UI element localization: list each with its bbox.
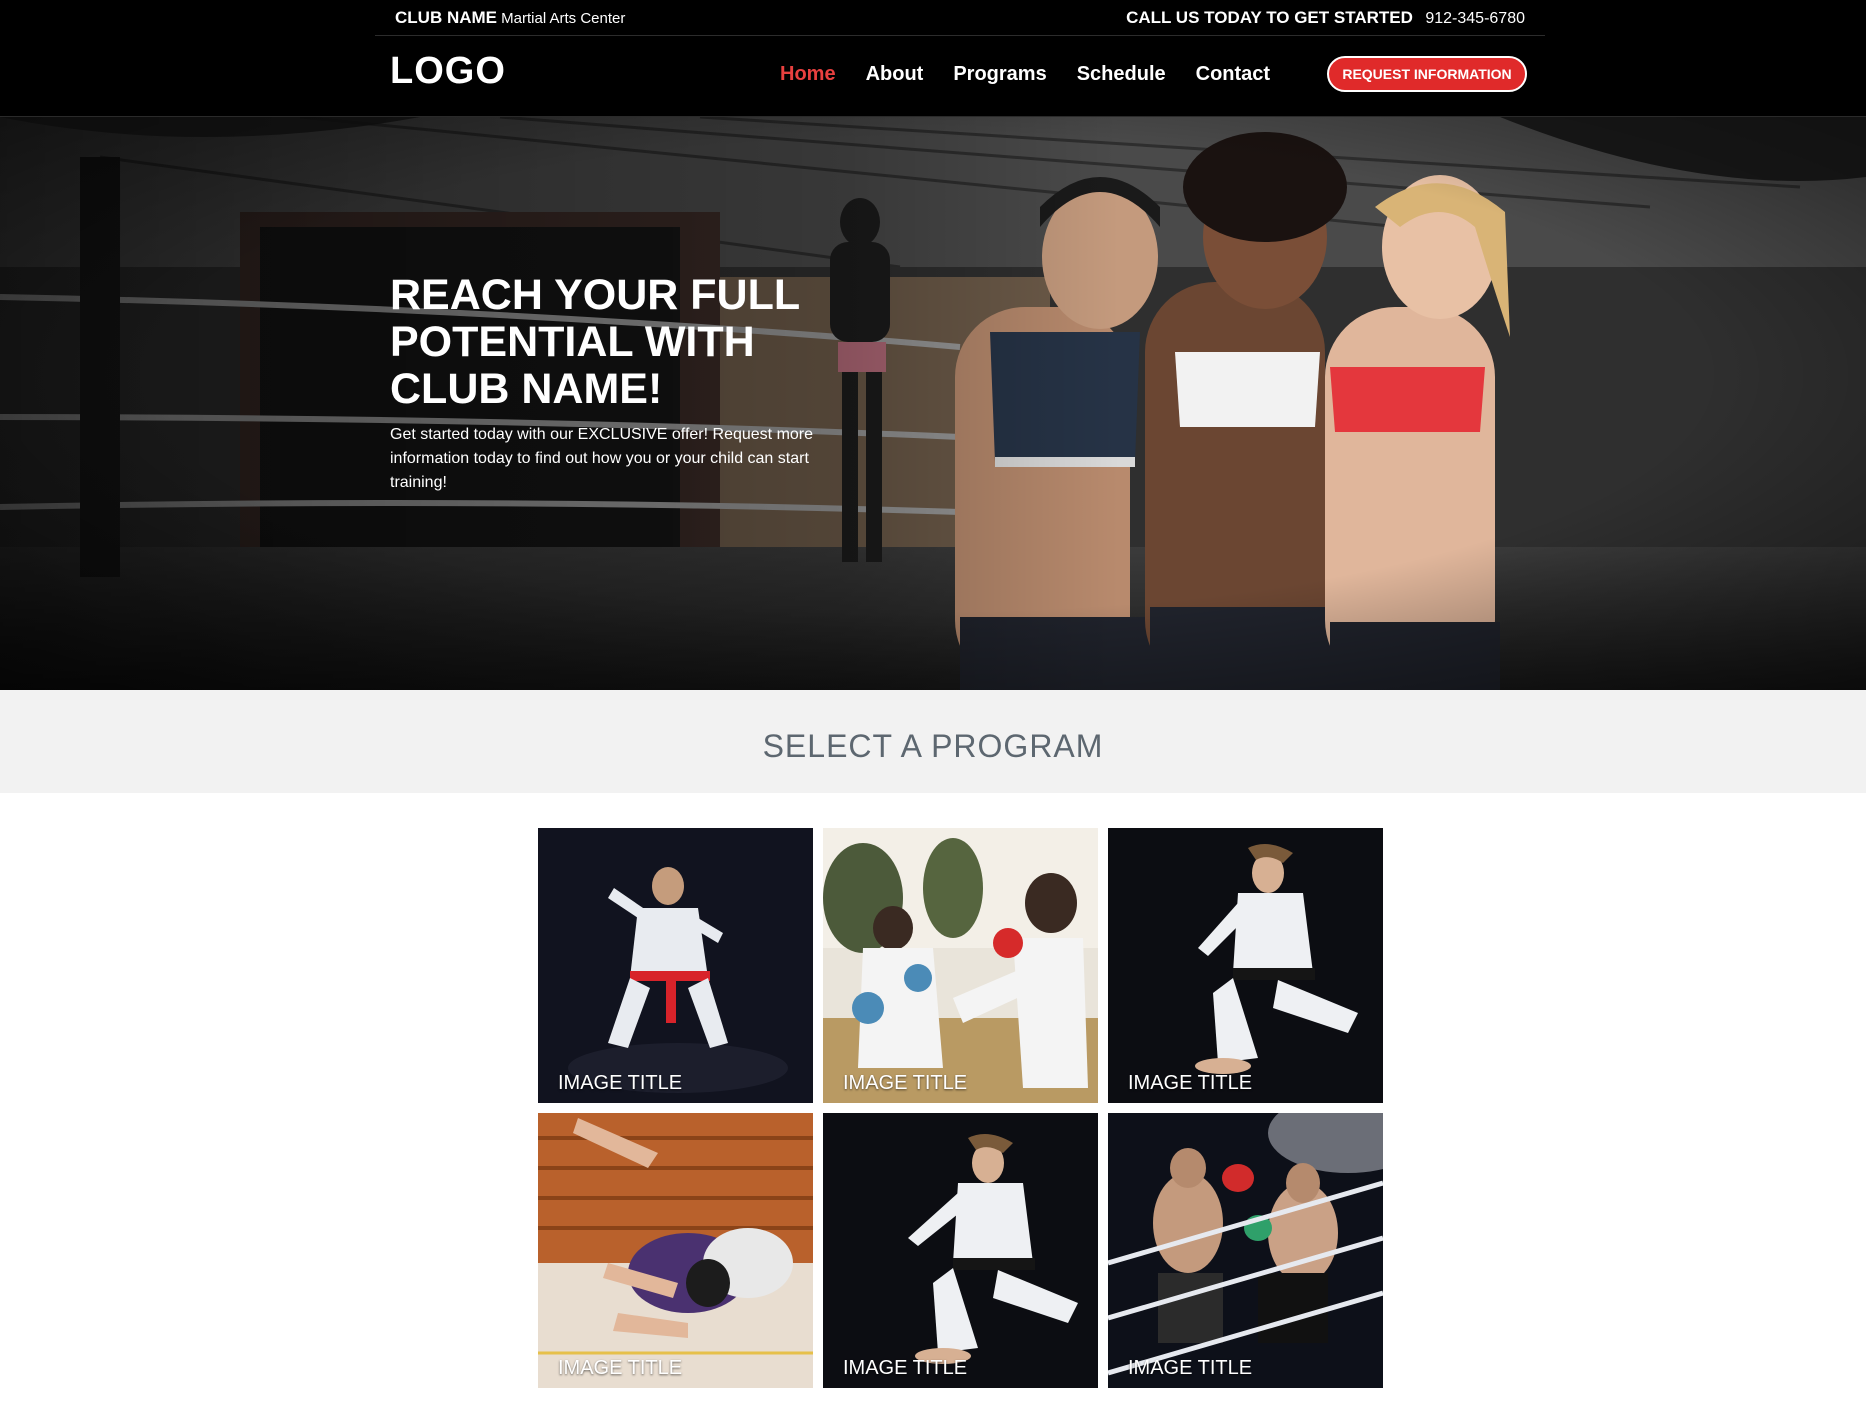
program-tile[interactable]: IMAGE TITLE [823, 828, 1098, 1103]
program-tile[interactable]: IMAGE TITLE [823, 1113, 1098, 1388]
program-image [538, 828, 813, 1103]
hero-title: REACH YOUR FULL POTENTIAL WITH CLUB NAME… [390, 271, 800, 413]
program-image [823, 1113, 1098, 1388]
tile-title: IMAGE TITLE [558, 1072, 683, 1094]
program-tile[interactable]: IMAGE TITLE [1108, 828, 1383, 1103]
club-name: CLUB NAME [395, 8, 497, 27]
site-header: CLUB NAME Martial Arts Center CALL US TO… [0, 0, 1866, 117]
request-information-button[interactable]: REQUEST INFORMATION [1327, 56, 1527, 92]
program-heading: SELECT A PROGRAM [762, 728, 1104, 764]
program-tile[interactable]: IMAGE TITLE [1108, 1113, 1383, 1388]
program-band: SELECT A PROGRAM [0, 690, 1866, 793]
program-image [823, 828, 1098, 1103]
hero-background-image [0, 117, 1866, 690]
program-image [1108, 828, 1383, 1103]
club-line: CLUB NAME Martial Arts Center [395, 8, 625, 28]
tile-title: IMAGE TITLE [558, 1357, 683, 1379]
tile-title: IMAGE TITLE [1128, 1357, 1253, 1379]
nav-about[interactable]: About [866, 63, 924, 86]
nav-home[interactable]: Home [780, 63, 836, 86]
call-line: CALL US TODAY TO GET STARTED 912-345-678… [1126, 8, 1525, 28]
program-tile[interactable]: IMAGE TITLE [538, 828, 813, 1103]
tile-title: IMAGE TITLE [843, 1072, 968, 1094]
program-grid: IMAGE TITLE IMAGE TITLE IMAGE TITLE IMAG… [538, 828, 1384, 1388]
tile-title: IMAGE TITLE [843, 1357, 968, 1379]
main-nav: Home About Programs Schedule Contact [780, 63, 1270, 86]
program-tile[interactable]: IMAGE TITLE [538, 1113, 813, 1388]
hero-text: Get started today with our EXCLUSIVE off… [390, 426, 814, 491]
program-image [1108, 1113, 1383, 1388]
phone-number[interactable]: 912-345-6780 [1425, 10, 1525, 27]
club-subtitle: Martial Arts Center [501, 10, 626, 27]
nav-schedule[interactable]: Schedule [1077, 63, 1166, 86]
nav-programs[interactable]: Programs [953, 63, 1046, 86]
nav-contact[interactable]: Contact [1196, 63, 1270, 86]
program-image [538, 1113, 813, 1388]
hero-banner: REACH YOUR FULL POTENTIAL WITH CLUB NAME… [0, 117, 1866, 690]
call-to-action-text: CALL US TODAY TO GET STARTED [1126, 8, 1413, 27]
logo[interactable]: LOGO [390, 50, 506, 93]
tile-title: IMAGE TITLE [1128, 1072, 1253, 1094]
top-bar: CLUB NAME Martial Arts Center CALL US TO… [375, 0, 1545, 36]
